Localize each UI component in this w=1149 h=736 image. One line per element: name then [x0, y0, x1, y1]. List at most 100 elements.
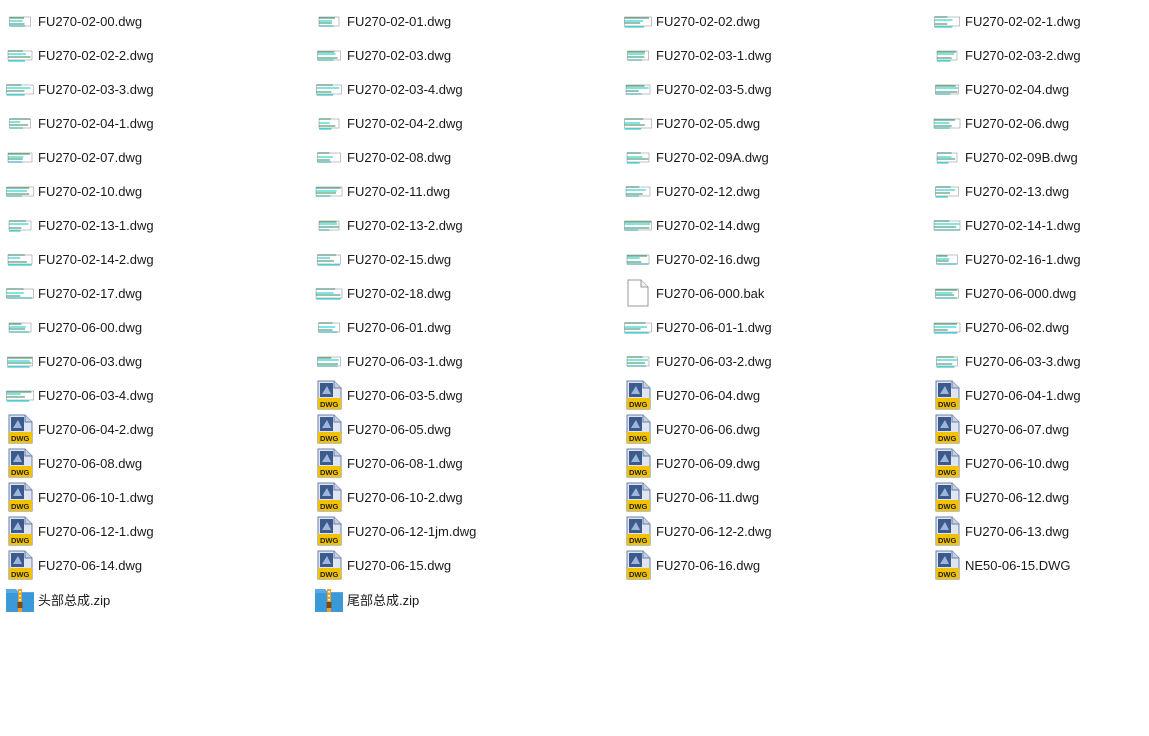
file-item[interactable]: FU270-02-03-1.dwg — [623, 38, 932, 72]
file-item[interactable]: FU270-02-09B.dwg — [932, 140, 1149, 174]
svg-text:DWG: DWG — [938, 400, 956, 409]
file-item[interactable]: FU270-02-10.dwg — [5, 174, 314, 208]
drawing-thumbnail-icon — [932, 278, 962, 308]
drawing-thumbnail-icon — [314, 278, 344, 308]
file-item[interactable]: FU270-06-03-1.dwg — [314, 344, 623, 378]
drawing-thumbnail-icon — [314, 6, 344, 36]
file-item[interactable]: DWG FU270-06-11.dwg — [623, 480, 932, 514]
file-name: FU270-02-14-1.dwg — [965, 217, 1081, 233]
file-item[interactable]: FU270-06-000.bak — [623, 276, 932, 310]
file-item[interactable]: FU270-02-04-2.dwg — [314, 106, 623, 140]
file-item[interactable]: DWG FU270-06-06.dwg — [623, 412, 932, 446]
drawing-thumbnail-icon — [932, 6, 962, 36]
file-item[interactable]: DWG FU270-06-04.dwg — [623, 378, 932, 412]
file-item[interactable]: DWG FU270-06-12-2.dwg — [623, 514, 932, 548]
file-item[interactable]: FU270-02-03.dwg — [314, 38, 623, 72]
svg-text:DWG: DWG — [938, 434, 956, 443]
file-name: FU270-02-03-1.dwg — [656, 47, 772, 63]
file-item[interactable]: FU270-02-09A.dwg — [623, 140, 932, 174]
drawing-thumbnail-icon — [5, 210, 35, 240]
file-item[interactable]: FU270-06-03.dwg — [5, 344, 314, 378]
file-item[interactable]: DWG FU270-06-08.dwg — [5, 446, 314, 480]
file-item[interactable]: 头部总成.zip — [5, 582, 314, 616]
file-item[interactable]: 尾部总成.zip — [314, 582, 623, 616]
file-item[interactable]: FU270-02-11.dwg — [314, 174, 623, 208]
file-name: FU270-02-05.dwg — [656, 115, 761, 131]
drawing-thumbnail-icon — [314, 40, 344, 70]
dwg-file-icon: DWG — [5, 516, 35, 546]
file-name: FU270-06-12-2.dwg — [656, 523, 772, 539]
file-item[interactable]: DWG FU270-06-04-2.dwg — [5, 412, 314, 446]
file-name: FU270-06-08.dwg — [38, 455, 143, 471]
file-item[interactable]: DWG FU270-06-09.dwg — [623, 446, 932, 480]
file-item[interactable]: DWG FU270-06-12-1jm.dwg — [314, 514, 623, 548]
file-item[interactable]: DWG FU270-06-15.dwg — [314, 548, 623, 582]
file-item[interactable]: FU270-02-18.dwg — [314, 276, 623, 310]
file-item[interactable]: FU270-02-13-2.dwg — [314, 208, 623, 242]
file-item[interactable]: FU270-02-14.dwg — [623, 208, 932, 242]
dwg-file-icon: DWG — [932, 516, 962, 546]
dwg-file-icon: DWG — [932, 414, 962, 444]
file-item[interactable]: DWG FU270-06-10-2.dwg — [314, 480, 623, 514]
file-item[interactable]: DWG FU270-06-13.dwg — [932, 514, 1149, 548]
file-item[interactable]: FU270-06-000.dwg — [932, 276, 1149, 310]
file-item[interactable]: FU270-02-16.dwg — [623, 242, 932, 276]
file-item[interactable]: DWG FU270-06-03-5.dwg — [314, 378, 623, 412]
drawing-thumbnail-icon — [314, 312, 344, 342]
file-item[interactable]: FU270-06-01.dwg — [314, 310, 623, 344]
file-item[interactable]: DWG FU270-06-12-1.dwg — [5, 514, 314, 548]
file-item[interactable]: FU270-02-17.dwg — [5, 276, 314, 310]
file-item[interactable]: FU270-02-05.dwg — [623, 106, 932, 140]
file-item[interactable]: DWG FU270-06-05.dwg — [314, 412, 623, 446]
file-item[interactable]: FU270-02-07.dwg — [5, 140, 314, 174]
file-item[interactable]: FU270-02-12.dwg — [623, 174, 932, 208]
file-name: FU270-02-03-2.dwg — [965, 47, 1081, 63]
dwg-file-icon: DWG — [5, 414, 35, 444]
file-item[interactable]: DWG FU270-06-08-1.dwg — [314, 446, 623, 480]
dwg-file-icon: DWG — [623, 550, 653, 580]
file-item[interactable]: DWG FU270-06-10-1.dwg — [5, 480, 314, 514]
file-item[interactable]: FU270-02-15.dwg — [314, 242, 623, 276]
file-item[interactable]: DWG FU270-06-10.dwg — [932, 446, 1149, 480]
file-item[interactable]: DWG FU270-06-04-1.dwg — [932, 378, 1149, 412]
file-item[interactable]: FU270-06-03-4.dwg — [5, 378, 314, 412]
file-item[interactable]: FU270-02-03-5.dwg — [623, 72, 932, 106]
file-name: FU270-02-01.dwg — [347, 13, 452, 29]
svg-text:DWG: DWG — [320, 570, 338, 579]
file-item[interactable]: DWG FU270-06-14.dwg — [5, 548, 314, 582]
file-item[interactable]: FU270-02-02-1.dwg — [932, 4, 1149, 38]
file-item[interactable]: FU270-02-04-1.dwg — [5, 106, 314, 140]
file-item[interactable]: FU270-06-02.dwg — [932, 310, 1149, 344]
file-item[interactable]: FU270-02-13.dwg — [932, 174, 1149, 208]
dwg-file-icon: DWG — [314, 448, 344, 478]
file-item[interactable]: FU270-02-14-1.dwg — [932, 208, 1149, 242]
dwg-file-icon: DWG — [623, 414, 653, 444]
file-grid: FU270-02-00.dwg FU270-02-01.dwg FU270-02-0… — [5, 4, 1149, 616]
file-item[interactable]: FU270-02-16-1.dwg — [932, 242, 1149, 276]
file-item[interactable]: DWG NE50-06-15.DWG — [932, 548, 1149, 582]
file-item[interactable]: FU270-02-01.dwg — [314, 4, 623, 38]
file-item[interactable]: FU270-02-04.dwg — [932, 72, 1149, 106]
file-item[interactable]: FU270-02-06.dwg — [932, 106, 1149, 140]
file-item[interactable]: DWG FU270-06-07.dwg — [932, 412, 1149, 446]
file-item[interactable]: FU270-02-03-4.dwg — [314, 72, 623, 106]
file-item[interactable]: FU270-02-00.dwg — [5, 4, 314, 38]
file-name: FU270-02-04-1.dwg — [38, 115, 154, 131]
file-item[interactable]: FU270-02-08.dwg — [314, 140, 623, 174]
dwg-file-icon: DWG — [314, 482, 344, 512]
file-item[interactable]: DWG FU270-06-16.dwg — [623, 548, 932, 582]
file-item[interactable]: FU270-02-02-2.dwg — [5, 38, 314, 72]
dwg-file-icon: DWG — [932, 448, 962, 478]
file-name: FU270-02-18.dwg — [347, 285, 452, 301]
file-item[interactable]: FU270-06-03-2.dwg — [623, 344, 932, 378]
file-item[interactable]: FU270-06-01-1.dwg — [623, 310, 932, 344]
file-item[interactable]: FU270-02-03-2.dwg — [932, 38, 1149, 72]
file-item[interactable]: FU270-06-00.dwg — [5, 310, 314, 344]
file-item[interactable]: FU270-02-02.dwg — [623, 4, 932, 38]
file-item[interactable]: DWG FU270-06-12.dwg — [932, 480, 1149, 514]
file-item[interactable]: FU270-02-14-2.dwg — [5, 242, 314, 276]
file-name: FU270-06-12-1jm.dwg — [347, 523, 477, 539]
file-item[interactable]: FU270-06-03-3.dwg — [932, 344, 1149, 378]
file-item[interactable]: FU270-02-03-3.dwg — [5, 72, 314, 106]
file-item[interactable]: FU270-02-13-1.dwg — [5, 208, 314, 242]
